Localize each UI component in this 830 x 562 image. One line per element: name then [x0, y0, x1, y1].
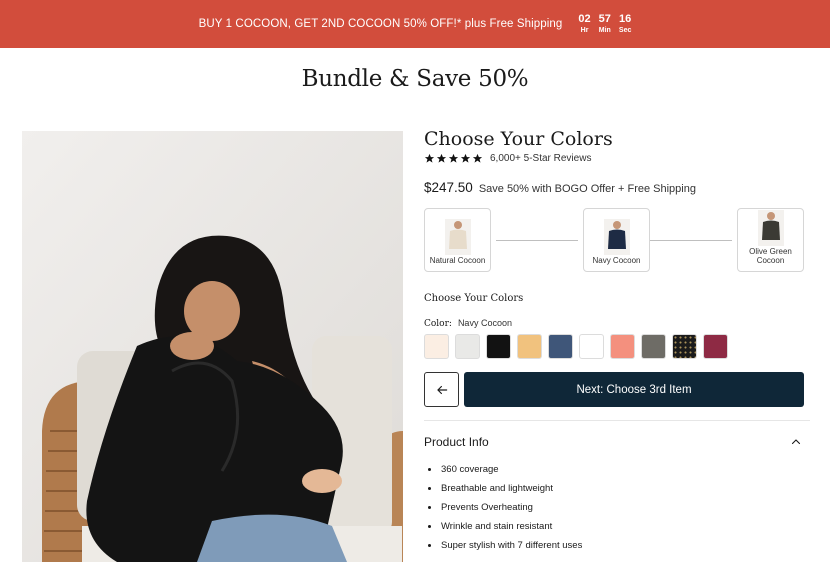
bundle-slot-2[interactable]: Navy Cocoon [583, 208, 650, 272]
product-info-list: 360 coverage Breathable and lightweight … [428, 460, 582, 555]
swatch-navy[interactable] [548, 334, 573, 359]
bullet-icon [428, 487, 431, 490]
slot-label: Natural Cocoon [429, 256, 486, 266]
list-item: Prevents Overheating [428, 498, 582, 517]
list-item: Super stylish with 7 different uses [428, 536, 582, 555]
star-icon [472, 153, 483, 163]
countdown-unit: Min [598, 27, 611, 34]
slot-label: Olive Green Cocoon [749, 247, 792, 266]
swatch-black-dot[interactable] [672, 334, 697, 359]
selected-color: Color: Navy Cocoon [424, 318, 512, 329]
countdown-minutes: 57 Min [598, 13, 611, 35]
price: $247.50 [424, 180, 473, 195]
list-item-text: Breathable and lightweight [441, 483, 553, 494]
list-item: Breathable and lightweight [428, 479, 582, 498]
next-button[interactable]: Next: Choose 3rd Item [464, 372, 804, 407]
star-icon [424, 153, 435, 163]
savings-text: Save 50% with BOGO Offer + Free Shipping [478, 183, 696, 195]
slot-connector [496, 240, 578, 241]
list-item-text: Wrinkle and stain resistant [441, 521, 553, 532]
list-item-text: Prevents Overheating [441, 502, 533, 513]
list-item: 360 coverage [428, 460, 582, 479]
list-item-text: Super stylish with 7 different uses [441, 540, 583, 551]
swatch-coral[interactable] [610, 334, 635, 359]
countdown-unit: Hr [580, 27, 589, 34]
countdown-value: 16 [619, 13, 632, 25]
chevron-up-icon[interactable] [790, 436, 802, 448]
promo-banner: BUY 1 COCOON, GET 2ND COCOON 50% OFF!* p… [0, 0, 830, 48]
product-thumbnail [444, 219, 471, 256]
reviews-count: 6,000+ 5-Star Reviews [490, 153, 592, 164]
countdown-seconds: 16 Sec [618, 13, 632, 35]
swatch-light-gray[interactable] [455, 334, 480, 359]
star-icon [436, 153, 447, 163]
rating[interactable]: 6,000+ 5-Star Reviews [424, 153, 591, 164]
color-value: Navy Cocoon [457, 318, 512, 328]
product-heading: Choose Your Colors [424, 128, 613, 150]
product-thumbnail [603, 219, 630, 256]
bundle-slot-1[interactable]: Natural Cocoon [424, 208, 491, 272]
model-photo [22, 131, 403, 562]
swatch-black[interactable] [486, 334, 511, 359]
countdown-value: 57 [598, 13, 611, 25]
star-icon [448, 153, 459, 163]
swatch-white[interactable] [579, 334, 604, 359]
swatch-olive[interactable] [641, 334, 666, 359]
back-button[interactable] [424, 372, 459, 407]
star-icon [460, 153, 471, 163]
product-thumbnail [757, 210, 784, 247]
arrow-left-icon [436, 385, 447, 394]
countdown-hours: 02 Hr [578, 13, 591, 35]
bullet-icon [428, 506, 431, 509]
color-label: Color: [424, 319, 452, 329]
countdown-value: 02 [578, 13, 591, 25]
swatch-burgundy[interactable] [703, 334, 728, 359]
bundle-slot-3[interactable]: Olive Green Cocoon [737, 208, 804, 272]
product-hero-image [22, 131, 403, 562]
divider [424, 420, 810, 421]
swatch-camel[interactable] [517, 334, 542, 359]
swatch-natural[interactable] [424, 334, 449, 359]
bullet-icon [428, 525, 431, 528]
list-item: Wrinkle and stain resistant [428, 517, 582, 536]
list-item-text: 360 coverage [441, 464, 499, 475]
slot-connector [650, 240, 732, 241]
bullet-icon [428, 544, 431, 547]
promo-text: BUY 1 COCOON, GET 2ND COCOON 50% OFF!* p… [198, 18, 563, 30]
color-section-heading: Choose Your Colors [424, 293, 524, 304]
slot-label: Navy Cocoon [592, 256, 641, 266]
price-row: $247.50 Save 50% with BOGO Offer + Free … [424, 180, 696, 195]
bullet-icon [428, 468, 431, 471]
product-info-heading[interactable]: Product Info [424, 435, 489, 449]
page-title: Bundle & Save 50% [301, 66, 529, 92]
countdown-unit: Sec [618, 27, 632, 34]
